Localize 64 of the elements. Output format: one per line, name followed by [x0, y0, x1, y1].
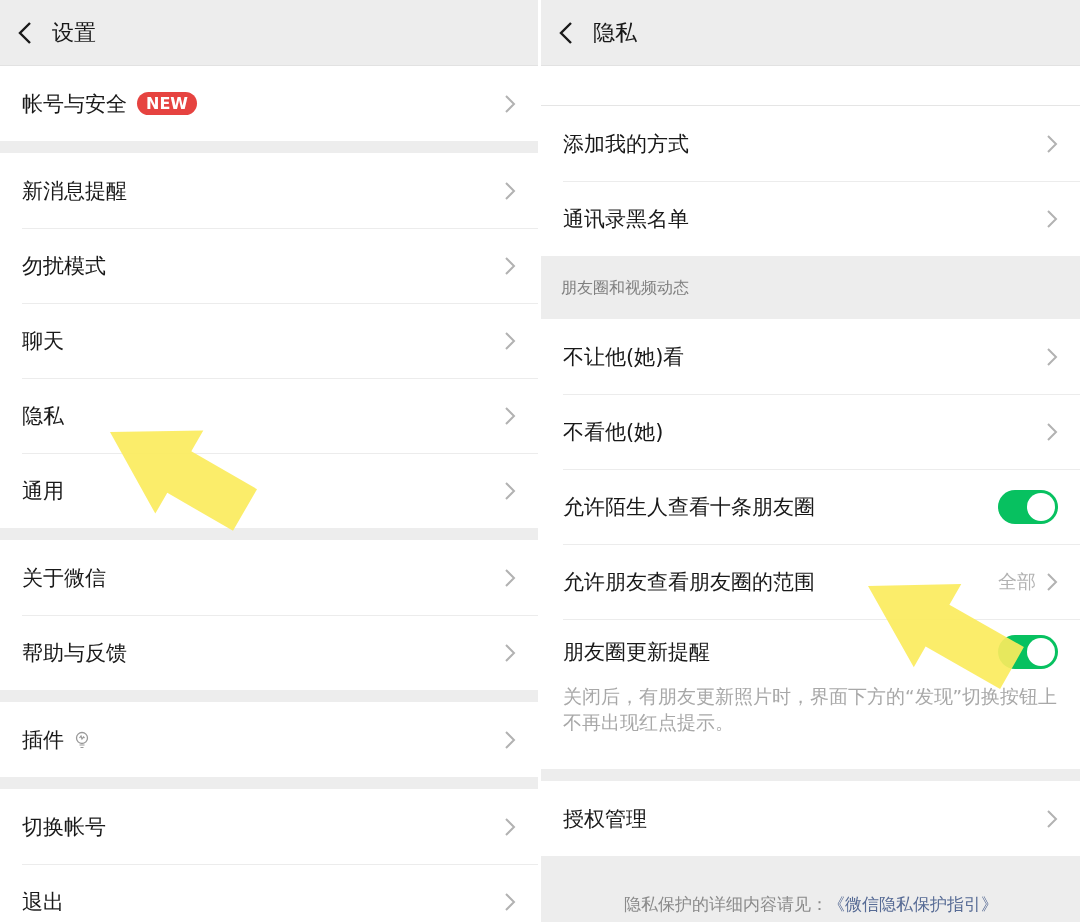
- new-badge: NEW: [137, 92, 197, 115]
- settings-row[interactable]: 不看他(她): [541, 394, 1080, 469]
- privacy-guide-link[interactable]: 《微信隐私保护指引》: [827, 893, 998, 916]
- row-label: 通讯录黑名单: [563, 205, 689, 233]
- settings-row[interactable]: 聊天: [0, 303, 538, 378]
- chevron-icon: [504, 891, 516, 912]
- row-label: 添加我的方式: [563, 130, 689, 158]
- row-label: 新消息提醒: [22, 177, 127, 205]
- page-title: 设置: [52, 18, 96, 47]
- row-label: 隐私: [22, 402, 64, 430]
- footer-text: 隐私保护的详细内容请见：: [623, 893, 828, 916]
- row-label: 帐号与安全: [22, 90, 127, 118]
- row-label: 聊天: [22, 327, 64, 355]
- row-value: 全部: [998, 568, 1036, 594]
- chevron-icon: [1046, 571, 1058, 592]
- chevron-icon: [504, 255, 516, 276]
- page-title: 隐私: [593, 18, 637, 47]
- row-label: 朋友圈更新提醒: [563, 638, 710, 666]
- settings-row[interactable]: 新消息提醒: [0, 153, 538, 228]
- row-label: 不看他(她): [563, 418, 664, 446]
- settings-row[interactable]: 帐号与安全 NEW: [0, 66, 538, 141]
- chevron-icon: [1046, 346, 1058, 367]
- row-label: 允许陌生人查看十条朋友圈: [563, 493, 815, 521]
- chevron-icon: [1046, 208, 1058, 229]
- row-label: 关于微信: [22, 564, 106, 592]
- toggle-switch[interactable]: [998, 489, 1058, 524]
- chevron-icon: [504, 480, 516, 501]
- settings-row[interactable]: 授权管理: [541, 781, 1080, 856]
- settings-row[interactable]: 帮助与反馈: [0, 615, 538, 690]
- row-label: 允许朋友查看朋友圈的范围: [563, 568, 815, 596]
- chevron-icon: [504, 405, 516, 426]
- chevron-icon: [504, 729, 516, 750]
- row-label: 授权管理: [563, 805, 647, 833]
- settings-row[interactable]: 允许陌生人查看十条朋友圈: [541, 469, 1080, 544]
- chevron-icon: [504, 642, 516, 663]
- chevron-icon: [504, 93, 516, 114]
- settings-row[interactable]: 不让他(她)看: [541, 319, 1080, 394]
- settings-row[interactable]: 切换帐号: [0, 789, 538, 864]
- settings-row[interactable]: 通用: [0, 453, 538, 528]
- row-label: 不让他(她)看: [563, 343, 685, 371]
- chevron-icon: [1046, 421, 1058, 442]
- chevron-icon: [504, 567, 516, 588]
- chevron-icon: [1046, 133, 1058, 154]
- row-label: 插件: [22, 726, 64, 754]
- back-icon[interactable]: [18, 20, 32, 45]
- settings-row[interactable]: 通讯录黑名单: [541, 181, 1080, 256]
- settings-row[interactable]: 添加我的方式: [541, 106, 1080, 181]
- chevron-icon: [504, 816, 516, 837]
- row-label: 帮助与反馈: [22, 639, 127, 667]
- row-label: 退出: [22, 888, 64, 916]
- settings-row[interactable]: 勿扰模式: [0, 228, 538, 303]
- back-icon[interactable]: [559, 20, 573, 45]
- hint-text: 关闭后，有朋友更新照片时，界面下方的“发现”切换按钮上不再出现红点提示。: [562, 685, 1059, 735]
- row-label: 切换帐号: [22, 813, 106, 841]
- chevron-icon: [504, 330, 516, 351]
- row-label: 勿扰模式: [22, 252, 106, 280]
- settings-row[interactable]: 插件: [0, 702, 538, 777]
- chevron-icon: [1046, 808, 1058, 829]
- settings-row[interactable]: 退出: [0, 864, 538, 922]
- settings-row[interactable]: 关于微信: [0, 540, 538, 615]
- chevron-icon: [504, 180, 516, 201]
- settings-row[interactable]: 隐私: [0, 378, 538, 453]
- row-label: 通用: [22, 477, 64, 505]
- settings-row[interactable]: 允许朋友查看朋友圈的范围 全部: [541, 544, 1080, 619]
